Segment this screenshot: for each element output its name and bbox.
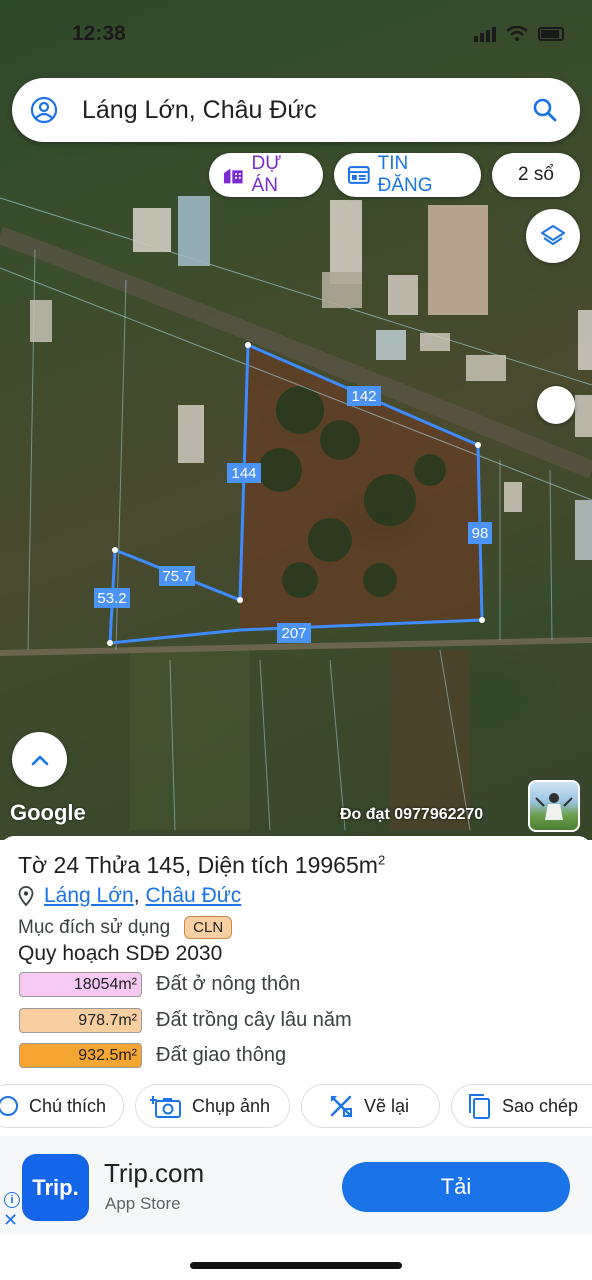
chevron-up-icon — [31, 755, 48, 765]
zone-name: Đất trồng cây lâu năm — [156, 1009, 352, 1031]
du-an-chip[interactable]: DỰ ÁN — [209, 153, 323, 197]
edge-label-75-7: 75.7 — [159, 566, 195, 586]
ad-banner[interactable]: Trip. Trip.com App Store Tải i ✕ — [0, 1136, 592, 1234]
layers-button[interactable] — [526, 209, 580, 263]
svg-text:207: 207 — [281, 625, 306, 642]
parcel-location: Láng Lớn , Châu Đức — [18, 884, 241, 908]
ad-close-icon[interactable]: ✕ — [3, 1210, 18, 1231]
svg-text:144: 144 — [231, 465, 256, 482]
edge-label-142: 142 — [347, 386, 381, 406]
ad-app-name[interactable]: Trip.com — [104, 1158, 204, 1189]
du-an-label: DỰ ÁN — [251, 153, 282, 196]
ad-store-label: App Store — [105, 1194, 181, 1213]
copy-button[interactable]: Sao chép — [451, 1084, 592, 1128]
edge-label-53-2: 53.2 — [94, 588, 130, 608]
wifi-icon — [506, 26, 528, 41]
purpose-badge: CLN — [184, 916, 233, 939]
location-pin-icon — [18, 886, 34, 906]
so-count-chip[interactable]: 2 sổ — [492, 153, 580, 197]
search-bar[interactable]: Láng Lớn, Châu Đức — [12, 78, 580, 142]
copy-label: Sao chép — [502, 1095, 579, 1116]
edge-label-98: 98 — [468, 522, 492, 544]
info-circle-icon — [0, 1096, 18, 1116]
status-icons — [474, 26, 564, 42]
capture-label: Chụp ảnh — [192, 1095, 271, 1116]
google-logo: Google — [10, 800, 86, 825]
edge-label-207: 207 — [277, 623, 311, 643]
search-input[interactable]: Láng Lớn, Châu Đức — [82, 96, 532, 125]
redraw-button[interactable]: Vẽ lại — [301, 1084, 440, 1128]
listing-icon — [348, 166, 370, 184]
parcel-title: Tờ 24 Thửa 145, Diện tích 19965m2 — [18, 852, 385, 879]
district-link[interactable]: Châu Đức — [146, 884, 242, 908]
svg-text:98: 98 — [472, 525, 489, 542]
svg-text:53.2: 53.2 — [97, 590, 126, 607]
action-bar: Chú thích Chụp ảnh Vẽ lại Sao chép — [0, 1084, 592, 1130]
legend-label: Chú thích — [29, 1095, 107, 1116]
battery-icon — [538, 27, 564, 41]
capture-button[interactable]: Chụp ảnh — [135, 1084, 290, 1128]
zone-area-badge: 978.7m² — [19, 1008, 142, 1033]
zone-area-badge: 932.5m² — [19, 1043, 142, 1068]
satellite-map[interactable]: 142 144 98 207 75.7 53.2 12:38 Láng Lớn,… — [0, 0, 592, 840]
home-area — [0, 1234, 592, 1280]
redraw-tools-icon — [330, 1095, 352, 1117]
so-count-label: 2 sổ — [518, 164, 554, 185]
person-photo-icon — [535, 793, 573, 820]
expand-up-button[interactable] — [12, 732, 67, 787]
zone-name: Đất giao thông — [156, 1044, 287, 1066]
trip-app-logo[interactable]: Trip. — [22, 1154, 89, 1221]
village-link[interactable]: Láng Lớn — [44, 884, 134, 908]
location-separator: , — [133, 884, 140, 907]
svg-text:75.7: 75.7 — [162, 568, 191, 585]
cellular-signal-icon — [474, 26, 496, 42]
ad-info-icon[interactable]: i — [4, 1192, 20, 1208]
land-use-purpose: Mục đích sử dụng CLN — [18, 916, 233, 939]
parcel-title-text: Tờ 24 Thửa 145, Diện tích 19965m — [18, 852, 378, 878]
search-icon[interactable] — [532, 97, 558, 123]
parcel-title-sup: 2 — [377, 852, 386, 868]
zone-row: 978.7m² Đất trồng cây lâu năm — [19, 1008, 352, 1033]
tin-dang-chip[interactable]: TIN ĐĂNG — [334, 153, 481, 197]
zone-name: Đất ở nông thôn — [156, 973, 301, 995]
ad-download-button[interactable]: Tải — [342, 1162, 570, 1212]
status-time: 12:38 — [72, 22, 126, 45]
copy-icon — [469, 1094, 490, 1119]
redraw-label: Vẽ lại — [364, 1095, 410, 1116]
plan-title: Quy hoạch SDĐ 2030 — [18, 942, 223, 965]
compass-button[interactable] — [537, 386, 575, 424]
add-photo-icon — [150, 1096, 181, 1118]
zone-area-badge: 18054m² — [19, 972, 142, 997]
zone-row: 18054m² Đất ở nông thôn — [19, 972, 300, 997]
parcel-info-sheet: Tờ 24 Thửa 145, Diện tích 19965m2 Láng L… — [0, 836, 592, 1136]
avatar[interactable] — [528, 780, 580, 832]
zone-row: 932.5m² Đất giao thông — [19, 1043, 286, 1068]
purpose-label: Mục đích sử dụng — [18, 916, 171, 938]
layers-icon — [541, 225, 565, 245]
user-icon[interactable] — [30, 96, 58, 124]
tin-dang-label: TIN ĐĂNG — [377, 153, 433, 196]
building-icon — [223, 168, 243, 184]
legend-button[interactable]: Chú thích — [0, 1084, 124, 1128]
home-indicator[interactable] — [190, 1262, 402, 1269]
surveyor-watermark: Đo đạt 0977962270 — [340, 806, 484, 823]
svg-text:142: 142 — [351, 388, 376, 405]
edge-label-144: 144 — [227, 463, 261, 483]
